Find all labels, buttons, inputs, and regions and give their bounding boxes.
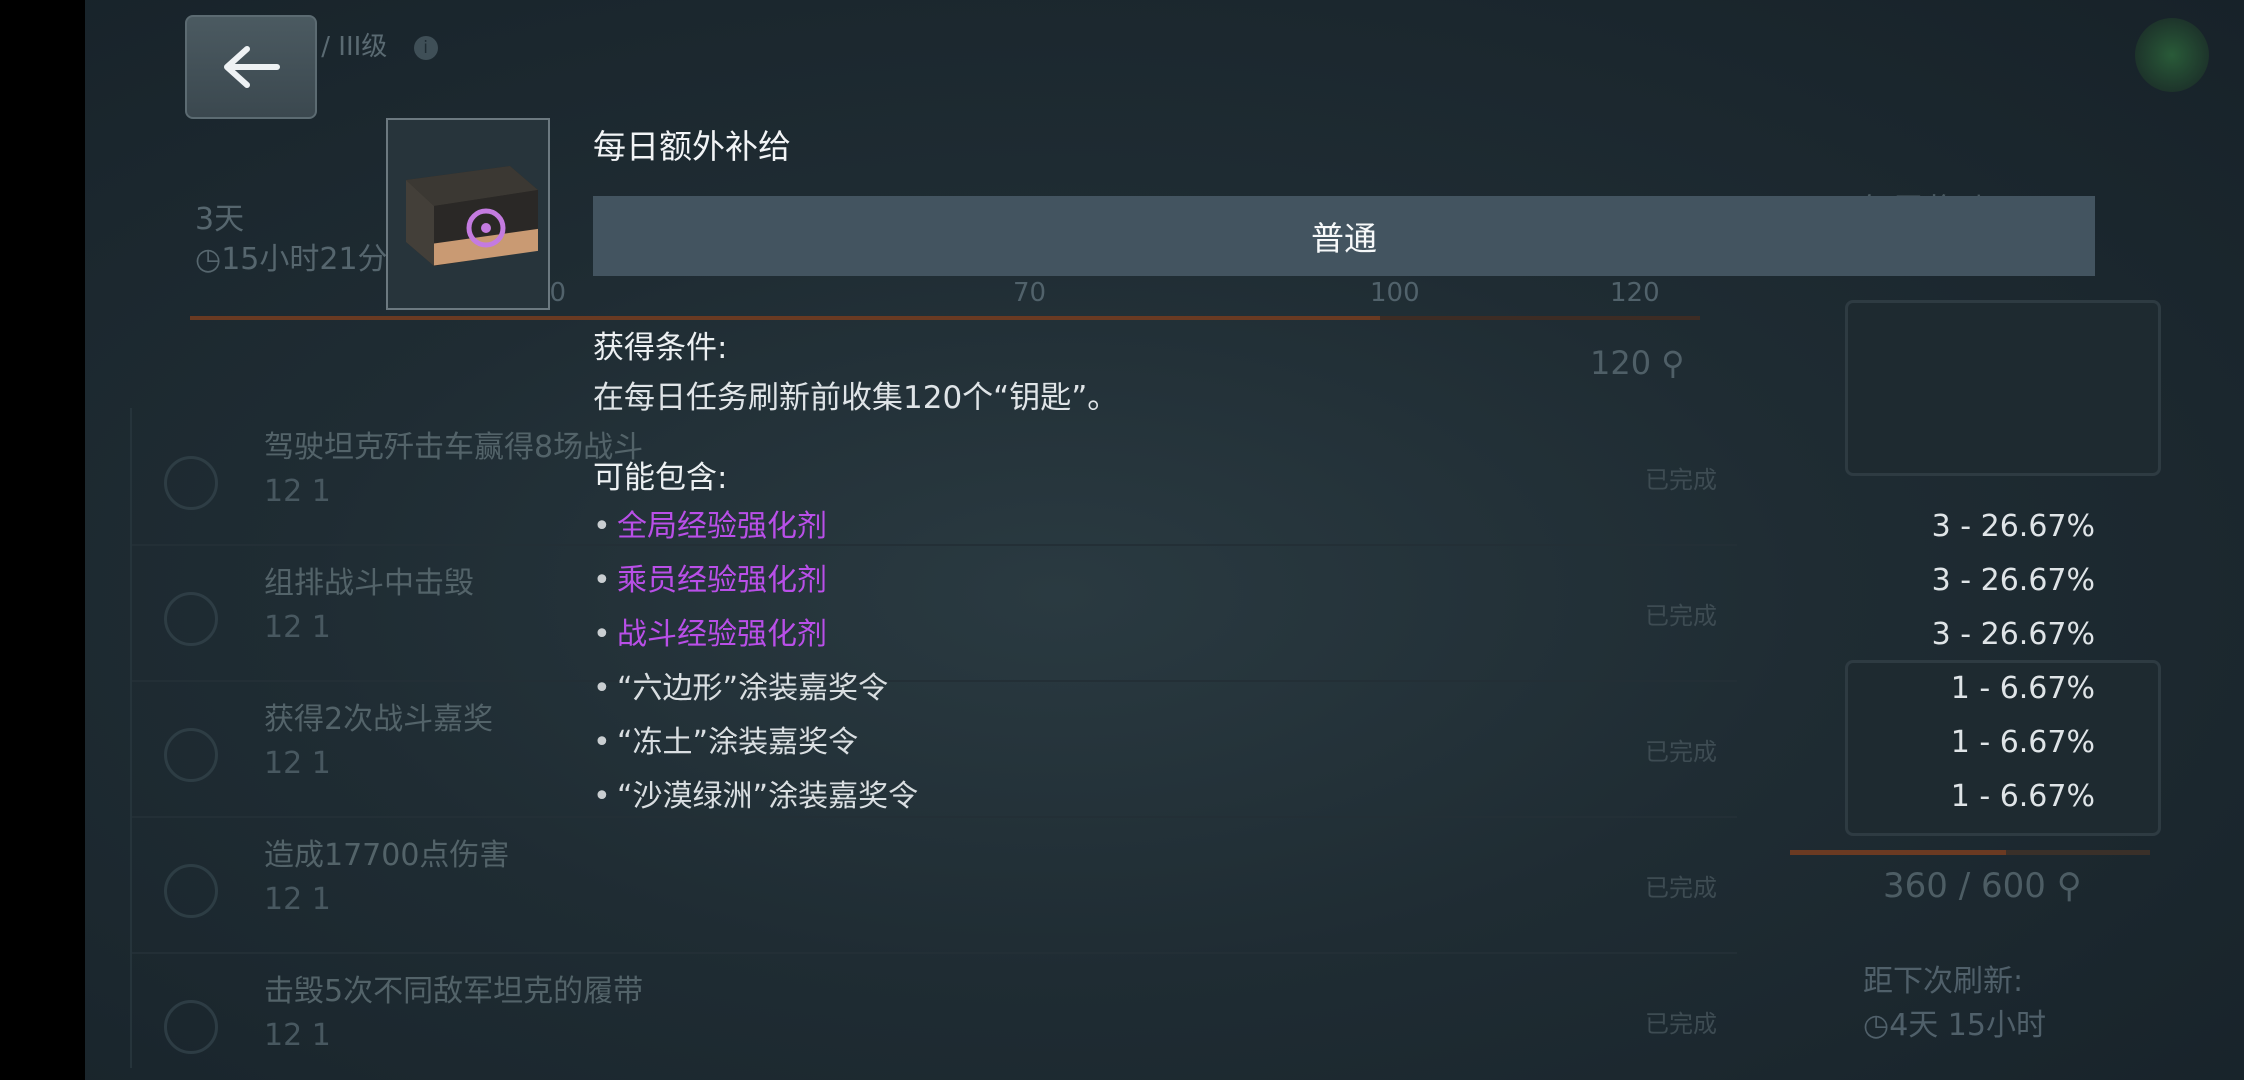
bullet: •: [593, 617, 611, 652]
key-icon: ⚲: [1661, 344, 1685, 382]
task-progress: 12 1: [264, 474, 331, 509]
keys-total-value: 120: [1590, 344, 1652, 382]
item-name: “冻土”涂装嘉奖令: [617, 725, 859, 760]
item-name: 战斗经验强化剂: [617, 617, 827, 652]
item-chance: 3 - 26.67%: [1931, 563, 2095, 598]
item-chance: 1 - 6.67%: [1950, 725, 2095, 760]
weekly-progress-fill: [1790, 850, 2006, 855]
info-icon[interactable]: i: [413, 35, 438, 60]
list-item: • 全局经验强化剂 3 - 26.67%: [593, 505, 2095, 559]
task-progress: 12 1: [264, 882, 331, 917]
task-progress: 12 1: [264, 746, 331, 781]
list-item: • “冻土”涂装嘉奖令 1 - 6.67%: [593, 721, 2095, 775]
key-icon: ⚲: [2056, 866, 2082, 906]
bullet: •: [593, 563, 611, 598]
task-title: 造成17700点伤害: [264, 838, 510, 873]
list-item: • “六边形”涂装嘉奖令 1 - 6.67%: [593, 667, 2095, 721]
item-chance: 3 - 26.67%: [1931, 617, 2095, 652]
contents-list: • 全局经验强化剂 3 - 26.67% • 乘员经验强化剂 3 - 26.67…: [593, 505, 2095, 829]
bullet: •: [593, 779, 611, 814]
task-title: 获得2次战斗嘉奖: [264, 702, 494, 737]
list-item: • 战斗经验强化剂 3 - 26.67%: [593, 613, 2095, 667]
list-item: • 乘员经验强化剂 3 - 26.67%: [593, 559, 2095, 613]
game-screen: 任务 / III级 i 3天 ◷15小时21分 30 70 100 120 12…: [85, 0, 2244, 1080]
list-item: • “沙漠绿洲”涂装嘉奖令 1 - 6.67%: [593, 775, 2095, 829]
shopping-cart-icon[interactable]: [2135, 18, 2209, 92]
refresh-info: 距下次刷新: ◷4天 15小时: [1863, 960, 2046, 1048]
task-title: 击毁5次不同敌军坦克的履带: [264, 974, 644, 1009]
item-name: “沙漠绿洲”涂装嘉奖令: [617, 779, 919, 814]
track-tick: 70: [1013, 278, 1047, 308]
clock-icon: ◷: [195, 242, 222, 277]
bullet: •: [593, 725, 611, 760]
task-state: 已完成: [1645, 1010, 1717, 1038]
refresh-label: 距下次刷新:: [1863, 964, 2024, 999]
task-state: 已完成: [1645, 466, 1717, 494]
refresh-time: 4天 15小时: [1889, 1008, 2046, 1043]
condition-text: 在每日任务刷新前收集120个“钥匙”。: [593, 380, 1119, 416]
track-tick: 100: [1370, 278, 1420, 308]
condition-header: 获得条件:: [593, 330, 728, 366]
refresh-time-row: ◷4天 15小时: [1863, 1004, 2046, 1048]
task-progress: 12 1: [264, 610, 331, 645]
stage-timer: 3天 ◷15小时21分: [195, 200, 388, 280]
rarity-label: 普通: [1311, 219, 1377, 258]
weekly-progress-text: 360 / 600: [1883, 866, 2046, 906]
item-chance: 1 - 6.67%: [1950, 671, 2095, 706]
task-title: 组排战斗中击毁: [264, 566, 474, 601]
target-icon: [164, 1000, 218, 1054]
timer-days: 3天: [195, 202, 245, 237]
weekly-progress-bar: [1790, 850, 2150, 855]
weekly-progress-value: 360 / 600 ⚲: [1883, 866, 2082, 906]
task-row[interactable]: 造成17700点伤害 12 1 已完成: [132, 816, 1737, 954]
arrow-left-icon: [224, 46, 280, 88]
bullet: •: [593, 671, 611, 706]
item-name: 乘员经验强化剂: [617, 563, 827, 598]
item-name: “六边形”涂装嘉奖令: [617, 671, 889, 706]
item-chance: 3 - 26.67%: [1931, 509, 2095, 544]
bullet: •: [593, 509, 611, 544]
task-progress: 12 1: [264, 1018, 331, 1053]
rarity-bar: 普通: [593, 196, 2095, 276]
contents-header: 可能包含:: [593, 460, 728, 496]
clock-icon: ◷: [1863, 1008, 1890, 1043]
platoon-icon: [164, 592, 218, 646]
stage-progress-track: [190, 316, 1700, 320]
item-chance: 1 - 6.67%: [1950, 779, 2095, 814]
timer-time: 15小时21分: [221, 242, 388, 277]
item-name: 全局经验强化剂: [617, 509, 827, 544]
popup-title: 每日额外补给: [593, 127, 791, 166]
track-tick: 120: [1610, 278, 1660, 308]
target-icon: [164, 728, 218, 782]
task-state: 已完成: [1645, 874, 1717, 902]
damage-icon: [164, 864, 218, 918]
back-button[interactable]: [185, 15, 317, 119]
timer-time-row: ◷15小时21分: [195, 240, 388, 280]
tank-destroyer-icon: [164, 456, 218, 510]
task-row[interactable]: 击毁5次不同敌军坦克的履带 12 1 已完成: [132, 952, 1737, 1080]
keys-total: 120 ⚲: [1590, 344, 1685, 382]
weekly-crate-icon[interactable]: [1845, 300, 2161, 476]
task-title: 驾驶坦克歼击车赢得8场战斗: [264, 430, 644, 465]
supply-crate-icon: [386, 118, 550, 310]
